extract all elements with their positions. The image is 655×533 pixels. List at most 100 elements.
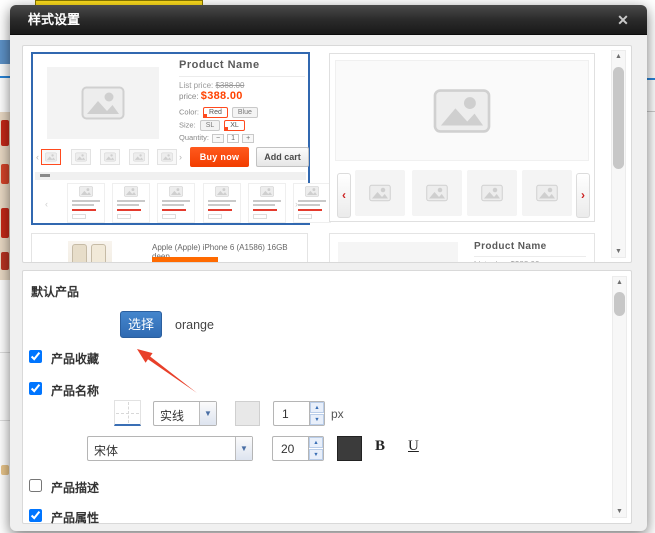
preview-scrollbar[interactable]: ▲ ▼ [611, 50, 626, 258]
dialog-header: 样式设置 ✕ [10, 5, 647, 35]
font-color-swatch[interactable] [337, 436, 362, 461]
template-preview-panel: Product Name List price: $388.00 price: … [22, 45, 632, 263]
color-option-blue: Blue [232, 107, 258, 118]
template-option-gallery[interactable]: ‹ › [329, 53, 595, 222]
thumbnail [100, 149, 120, 165]
preview-list-price: List price: $388.00 [179, 81, 244, 90]
preview-list-price: List price: $388.00 [474, 260, 539, 263]
preview-quantity-row: Quantity:−1+ [179, 133, 254, 143]
background-divider [0, 352, 10, 353]
selected-product-value: orange [175, 318, 214, 332]
spinner-down-icon[interactable]: ▼ [310, 414, 324, 425]
background-thumbnail [1, 465, 9, 475]
underline-button[interactable]: U [408, 438, 419, 455]
product-description-label: 产品描述 [51, 479, 99, 496]
background-divider [0, 420, 10, 421]
preview-color-row: Color:RedBlue [179, 107, 258, 118]
border-color-swatch[interactable] [235, 401, 260, 426]
template-option-detail2[interactable]: Product Name List price: $388.00 [329, 233, 595, 263]
thumbnail-selected [41, 149, 61, 165]
border-style-select[interactable]: 实线 ▼ [153, 401, 217, 426]
page: 样式设置 ✕ Product Name List price: $388.00 … [0, 0, 655, 533]
template-option-detail[interactable]: Product Name List price: $388.00 price: … [31, 52, 310, 225]
add-cart-button: Add cart [256, 147, 309, 167]
background-left-fragment [0, 40, 10, 64]
font-size-spinner[interactable]: 20 ▲▼ [272, 436, 324, 461]
scroll-up-icon[interactable]: ▲ [613, 279, 626, 286]
spinner-up-icon[interactable]: ▲ [310, 402, 324, 413]
select-product-button[interactable]: 选择 [120, 311, 162, 338]
quantity-value: 1 [227, 134, 239, 143]
border-width-value: 1 [282, 407, 289, 421]
border-width-spinner[interactable]: 1 ▲▼ [273, 401, 325, 426]
related-product-card [157, 183, 195, 223]
buy-now-button: Buy now [190, 147, 249, 167]
bold-button[interactable]: B [375, 438, 385, 455]
scroll-up-icon[interactable]: ▲ [612, 53, 625, 60]
product-favorite-checkbox[interactable] [29, 350, 42, 363]
scroll-down-icon[interactable]: ▼ [612, 248, 625, 255]
product-image-placeholder [47, 67, 159, 139]
preview-product-name: Product Name [474, 241, 547, 252]
thumbnail [71, 149, 91, 165]
dialog-title: 样式设置 [28, 5, 80, 35]
scrollbar-thumb[interactable] [613, 67, 624, 169]
related-product-card [67, 183, 105, 223]
background-divider [0, 76, 10, 78]
style-form-panel: 默认产品 选择 orange 产品收藏 产品名称 实线 ▼ 1 ▲▼ px [22, 270, 632, 524]
product-name-label: 产品名称 [51, 382, 99, 399]
related-nav-left-icon: ‹ [45, 199, 48, 209]
product-attributes-checkbox[interactable] [29, 509, 42, 522]
product-attributes-label: 产品属性 [51, 509, 99, 526]
quantity-plus: + [242, 134, 254, 143]
background-divider [647, 78, 655, 80]
scroll-down-icon[interactable]: ▼ [613, 508, 626, 515]
size-option-xl: XL [224, 120, 245, 131]
background-banner-image [0, 112, 10, 280]
font-size-value: 20 [281, 442, 294, 456]
preview-price-fragment [152, 257, 218, 262]
product-name-checkbox[interactable] [29, 382, 42, 395]
border-side-picker[interactable] [114, 400, 141, 426]
related-nav-right-icon: › [295, 199, 298, 209]
quantity-minus: − [212, 134, 224, 143]
style-settings-dialog: 样式设置 ✕ Product Name List price: $388.00 … [10, 5, 647, 531]
form-scrollbar[interactable]: ▲ ▼ [612, 276, 627, 518]
related-product-card [203, 183, 241, 223]
preview-product-name: Product Name [179, 59, 260, 71]
product-favorite-label: 产品收藏 [51, 350, 99, 367]
preview-price: price: $388.00 [179, 90, 243, 102]
chevron-down-icon[interactable]: ▼ [235, 437, 252, 460]
carousel-thumbnail [412, 170, 462, 216]
carousel-thumbnail [355, 170, 405, 216]
spinner-up-icon[interactable]: ▲ [309, 437, 323, 448]
template-option-list[interactable]: Apple (Apple) iPhone 6 (A1586) 16GB deep [31, 233, 308, 263]
font-family-select[interactable]: 宋体 ▼ [87, 436, 253, 461]
chevron-down-icon[interactable]: ▼ [199, 402, 216, 425]
border-width-unit: px [331, 407, 344, 421]
thumbnail [157, 149, 177, 165]
color-option-red: Red [203, 107, 228, 118]
preview-size-row: Size:SLXL [179, 120, 245, 131]
spinner-down-icon[interactable]: ▼ [309, 449, 323, 460]
related-product-card [293, 183, 331, 223]
divider [474, 256, 586, 257]
size-option-sl: SL [200, 120, 221, 131]
thumb-nav-left-icon: ‹ [36, 152, 39, 162]
related-products-bar [35, 172, 306, 180]
background-divider [647, 111, 655, 112]
scrollbar-thumb[interactable] [614, 292, 625, 316]
product-image-placeholder [338, 242, 458, 263]
carousel-thumbnail [522, 170, 572, 216]
thumb-nav-right-icon: › [179, 152, 182, 162]
carousel-left-icon: ‹ [337, 173, 351, 218]
related-product-card [112, 183, 150, 223]
border-style-value: 实线 [160, 407, 184, 424]
product-photo [68, 241, 112, 263]
carousel-thumbnail [467, 170, 517, 216]
default-product-label: 默认产品 [31, 283, 79, 300]
carousel-right-icon: › [576, 173, 590, 218]
font-family-value: 宋体 [94, 442, 118, 459]
product-description-checkbox[interactable] [29, 479, 42, 492]
close-icon[interactable]: ✕ [615, 12, 631, 28]
